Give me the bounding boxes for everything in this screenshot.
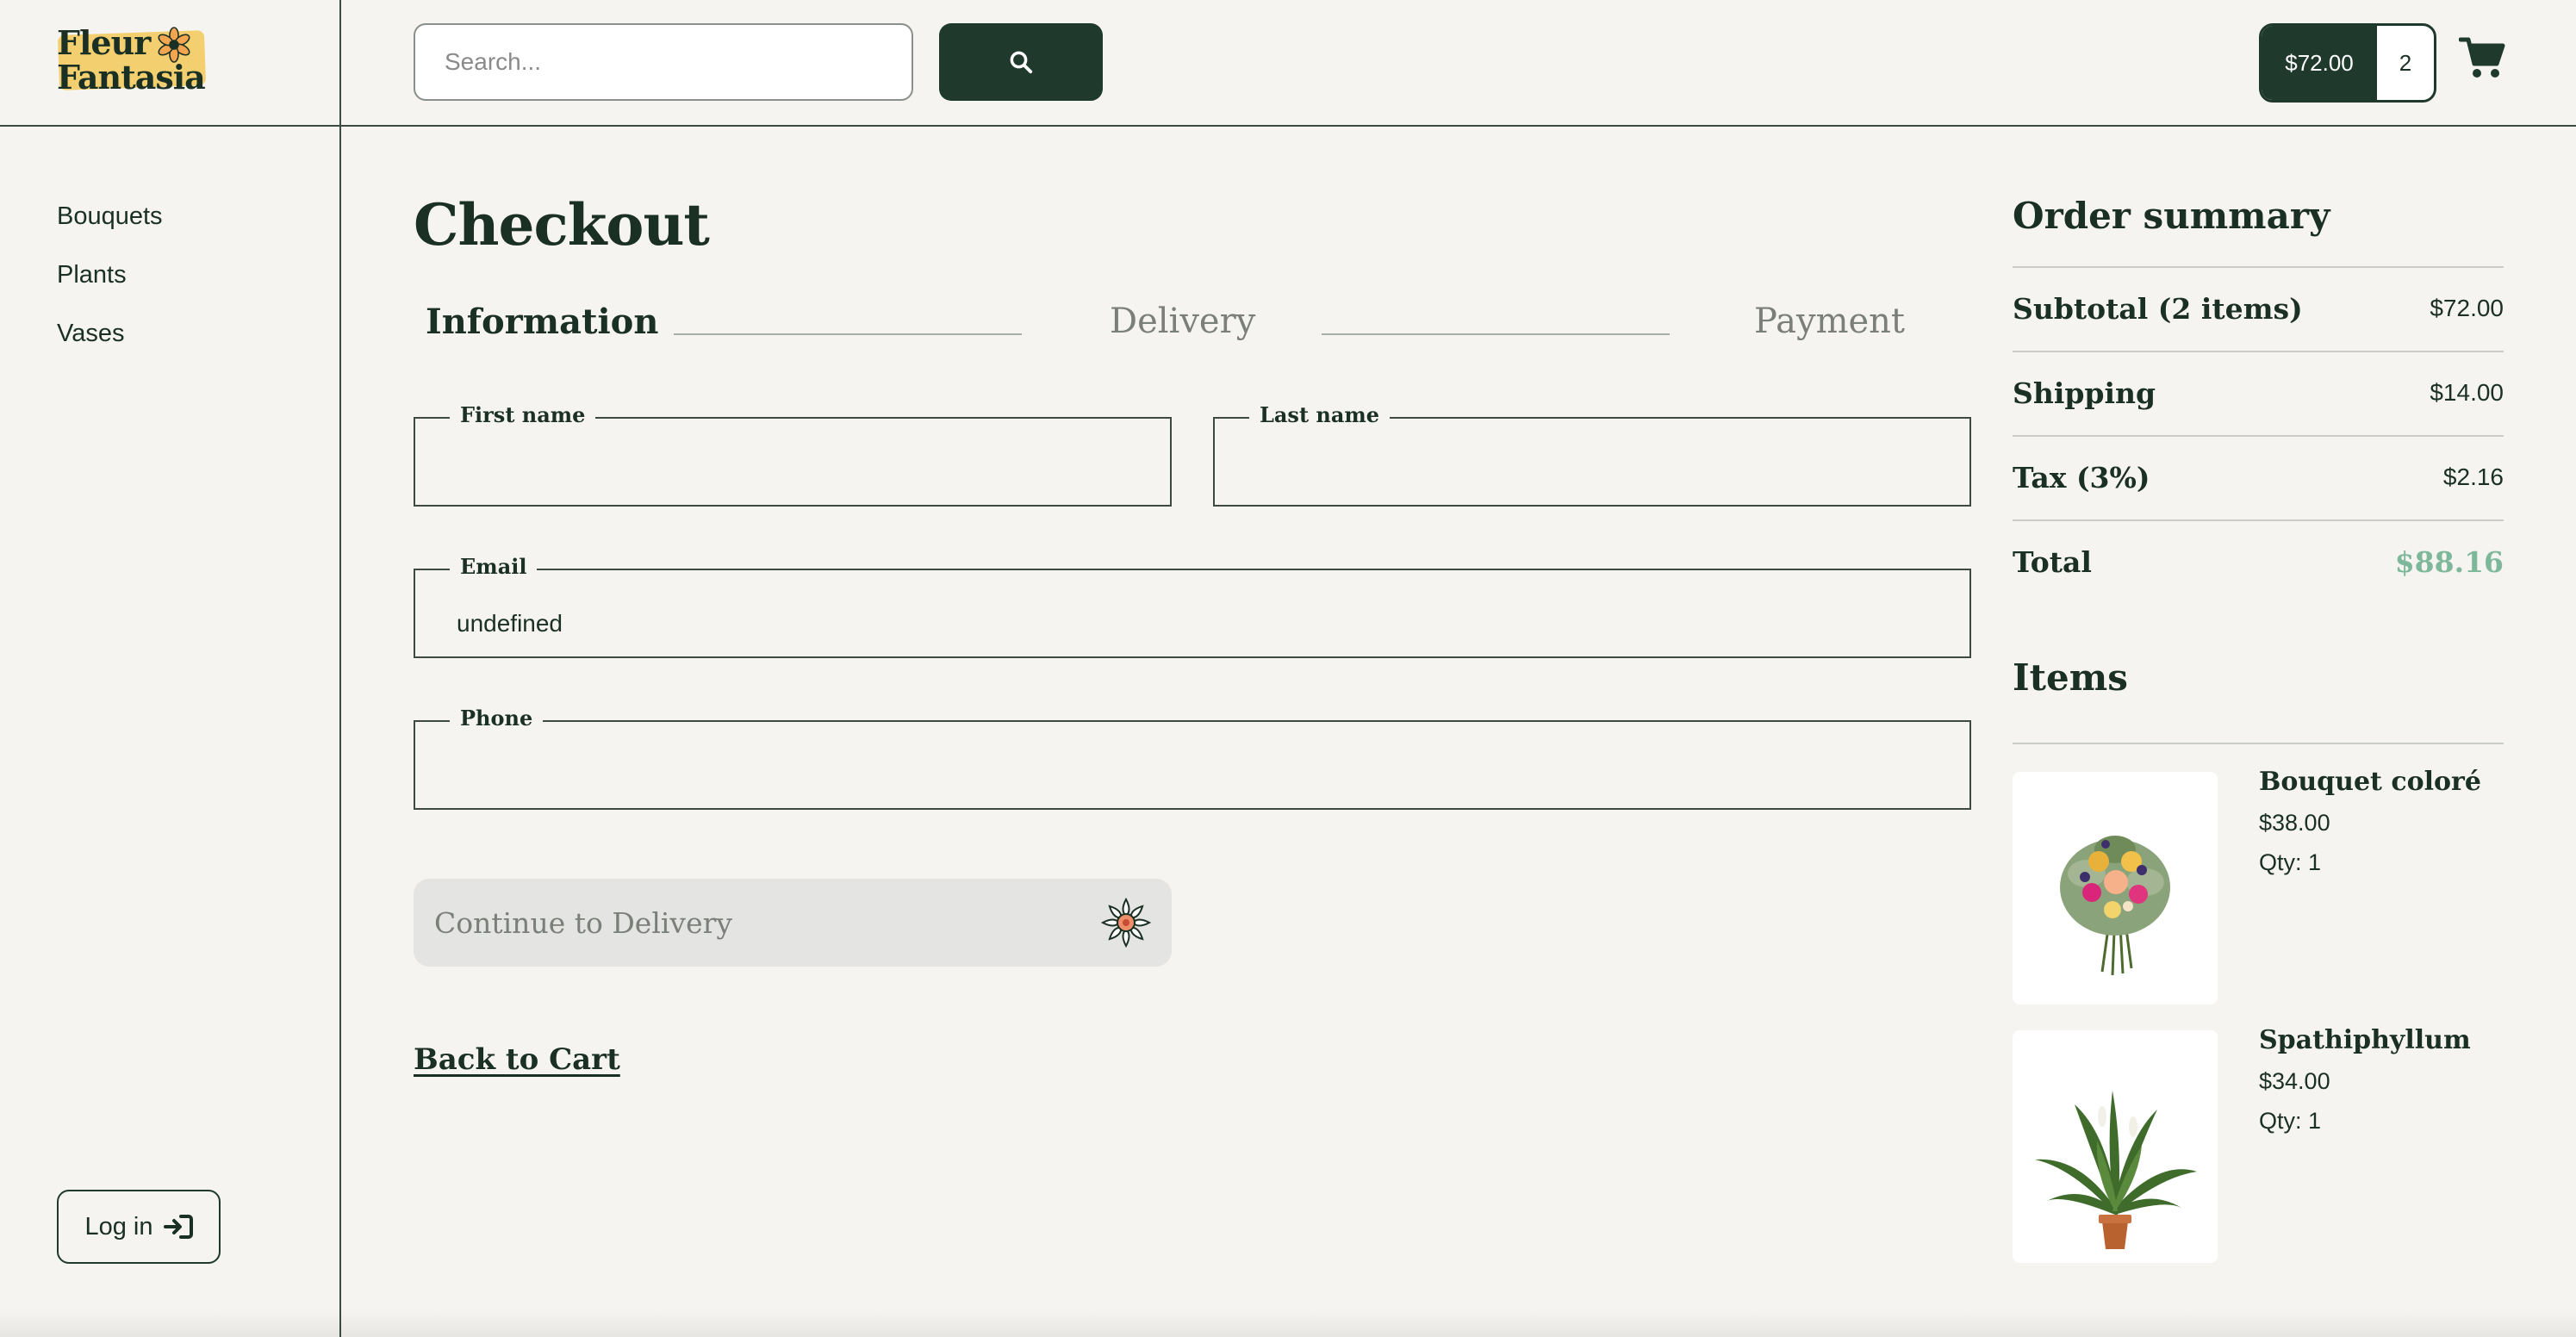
tax-label: Tax (3%) bbox=[2013, 460, 2150, 494]
summary-row-subtotal: Subtotal (2 items) $72.00 bbox=[2013, 283, 2504, 334]
search-icon bbox=[1010, 51, 1033, 74]
flower-icon bbox=[158, 27, 190, 63]
login-button[interactable]: Log in bbox=[57, 1190, 221, 1264]
summary-divider bbox=[2013, 519, 2504, 521]
cart-summary-button[interactable]: $72.00 2 bbox=[2259, 23, 2436, 103]
cart-total: $72.00 bbox=[2262, 26, 2377, 100]
page-title: Checkout bbox=[414, 191, 710, 258]
first-name-field: First name bbox=[414, 401, 1172, 507]
last-name-input[interactable] bbox=[1215, 419, 1969, 505]
first-name-label: First name bbox=[450, 401, 596, 429]
email-input[interactable] bbox=[415, 570, 1969, 656]
shipping-value: $14.00 bbox=[2430, 379, 2504, 406]
summary-row-tax: Tax (3%) $2.16 bbox=[2013, 451, 2504, 503]
phone-input[interactable] bbox=[415, 722, 1969, 808]
step-information[interactable]: Information bbox=[426, 302, 658, 342]
item-price: $34.00 bbox=[2259, 1068, 2330, 1094]
summary-divider bbox=[2013, 266, 2504, 268]
flower-icon bbox=[1100, 897, 1152, 948]
logo-cell: Fleur Fantasia bbox=[0, 0, 341, 127]
bouquet-image[interactable] bbox=[2013, 772, 2218, 1004]
email-label: Email bbox=[450, 553, 538, 581]
sidebar-item-bouquets[interactable]: Bouquets bbox=[57, 202, 163, 231]
spathiphyllum-image[interactable] bbox=[2013, 1030, 2218, 1263]
order-summary-title: Order summary bbox=[2013, 195, 2330, 237]
step-divider bbox=[674, 333, 1022, 335]
items-title: Items bbox=[2013, 656, 2128, 699]
sign-in-icon bbox=[163, 1215, 193, 1239]
brand-logo[interactable]: Fleur Fantasia bbox=[53, 24, 208, 96]
search-input[interactable] bbox=[414, 23, 913, 101]
step-payment[interactable]: Payment bbox=[1754, 302, 1905, 341]
shopping-cart-icon[interactable] bbox=[2459, 34, 2505, 81]
bouquet-illustration bbox=[2060, 836, 2170, 976]
login-label: Log in bbox=[84, 1212, 153, 1241]
sidebar: Bouquets Plants Vases Log in bbox=[0, 127, 341, 1337]
search-button[interactable] bbox=[939, 23, 1103, 101]
last-name-field: Last name bbox=[1213, 401, 1971, 507]
app-root: Fleur Fantasia Search... $72.00 2 Bouque… bbox=[0, 0, 2576, 1337]
summary-divider bbox=[2013, 351, 2504, 352]
summary-divider bbox=[2013, 435, 2504, 437]
item-quantity: Qty: 1 bbox=[2259, 849, 2322, 875]
items-divider bbox=[2013, 743, 2504, 744]
email-field: Email bbox=[414, 553, 1971, 658]
step-divider bbox=[1322, 333, 1670, 335]
cart-count-badge: 2 bbox=[2399, 49, 2412, 76]
phone-field: Phone bbox=[414, 705, 1971, 810]
continue-label: Continue to Delivery bbox=[434, 905, 733, 940]
total-value: $88.16 bbox=[2394, 544, 2504, 579]
total-label: Total bbox=[2013, 544, 2092, 579]
item-quantity: Qty: 1 bbox=[2259, 1108, 2322, 1134]
step-delivery[interactable]: Delivery bbox=[1110, 302, 1255, 341]
continue-to-delivery-button[interactable]: Continue to Delivery bbox=[414, 879, 1172, 967]
back-to-cart-link[interactable]: Back to Cart bbox=[414, 1042, 620, 1077]
item-price: $38.00 bbox=[2259, 810, 2330, 836]
plant-illustration bbox=[2035, 1091, 2197, 1249]
summary-row-shipping: Shipping $14.00 bbox=[2013, 367, 2504, 419]
shipping-label: Shipping bbox=[2013, 376, 2156, 410]
tax-value: $2.16 bbox=[2442, 463, 2504, 490]
item-name[interactable]: Bouquet coloré bbox=[2259, 767, 2481, 797]
item-name[interactable]: Spathiphyllum bbox=[2259, 1025, 2471, 1055]
first-name-input[interactable] bbox=[415, 419, 1170, 505]
top-header: Fleur Fantasia Search... $72.00 2 bbox=[0, 0, 2576, 127]
phone-label: Phone bbox=[450, 705, 544, 732]
summary-row-total: Total $88.16 bbox=[2013, 536, 2504, 588]
sidebar-item-plants[interactable]: Plants bbox=[57, 261, 127, 289]
sidebar-item-vases[interactable]: Vases bbox=[57, 320, 124, 348]
subtotal-value: $72.00 bbox=[2430, 295, 2504, 321]
last-name-label: Last name bbox=[1249, 401, 1391, 429]
subtotal-label: Subtotal (2 items) bbox=[2013, 291, 2303, 326]
bottom-shadow bbox=[0, 1309, 2576, 1337]
